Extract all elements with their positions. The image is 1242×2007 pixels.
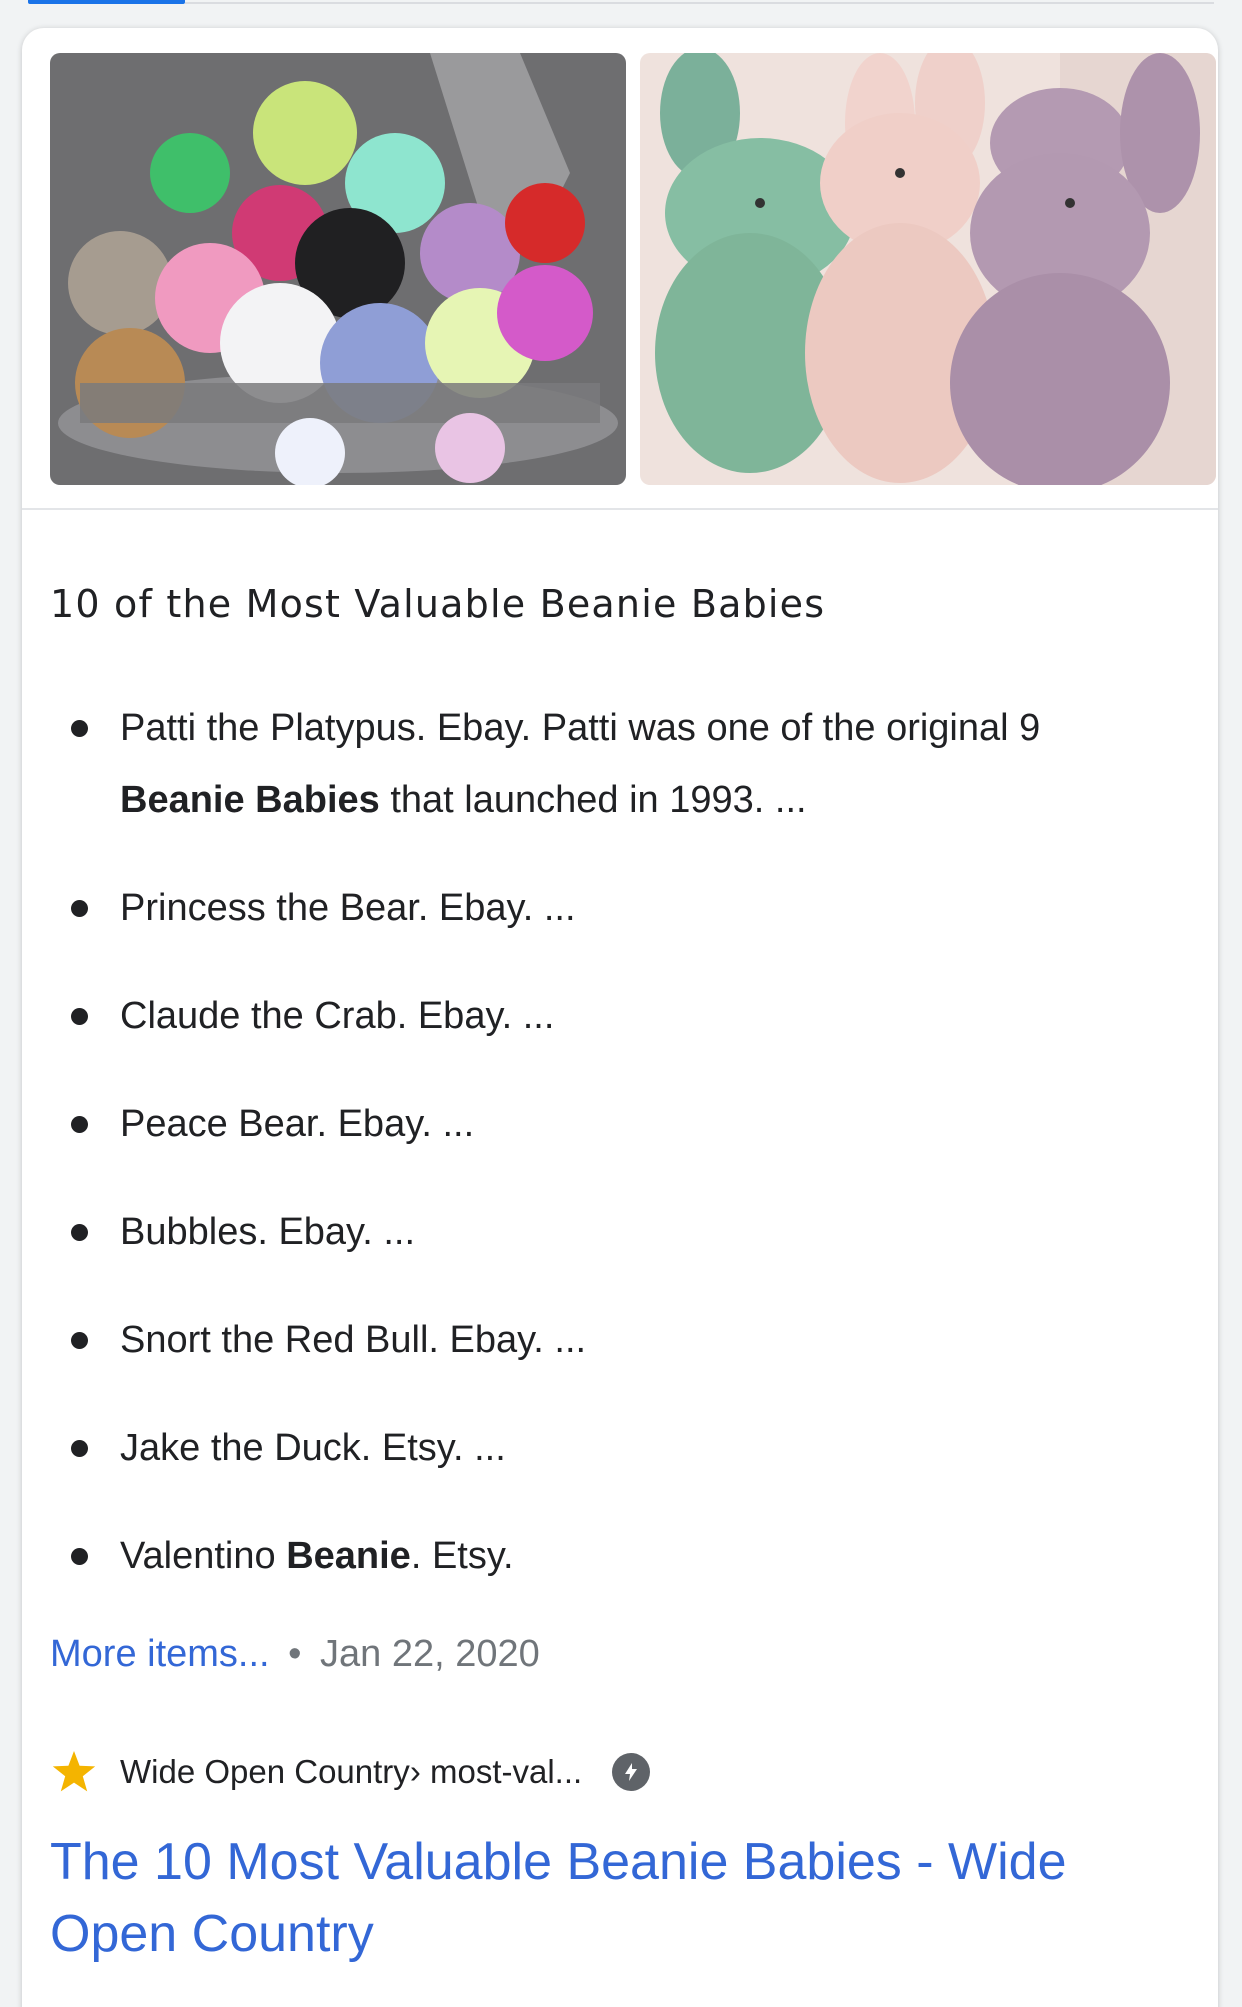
- result-source[interactable]: Wide Open Country › most-val...: [50, 1748, 651, 1796]
- result-title-link[interactable]: The 10 Most Valuable Beanie Babies - Wid…: [50, 1826, 1170, 1970]
- bullet-icon: [71, 1332, 88, 1349]
- list-item: Jake the Duck. Etsy. ...: [50, 1412, 1160, 1484]
- list-item: Snort the Red Bull. Ebay. ...: [50, 1304, 1160, 1376]
- star-icon: [52, 1751, 96, 1792]
- bullet-icon: [71, 720, 88, 737]
- bullet-icon: [71, 1008, 88, 1025]
- image-beanie-bears-pile[interactable]: [50, 53, 626, 485]
- bullet-icon: [71, 1440, 88, 1457]
- bullet-icon: [71, 1116, 88, 1133]
- list-item: Patti the Platypus. Ebay. Patti was one …: [50, 692, 1160, 836]
- snippet-list: Patti the Platypus. Ebay. Patti was one …: [50, 692, 1160, 1628]
- active-tab-indicator: [28, 0, 185, 4]
- list-item: Valentino Beanie. Etsy.: [50, 1520, 1160, 1592]
- list-item: Peace Bear. Ebay. ...: [50, 1088, 1160, 1160]
- bullet-icon: [71, 900, 88, 917]
- bullet-icon: [71, 1224, 88, 1241]
- snippet-heading: 10 of the Most Valuable Beanie Babies: [50, 582, 826, 626]
- image-carousel[interactable]: [22, 28, 1218, 510]
- tab-divider: [185, 2, 1214, 4]
- bullet-icon: [71, 1548, 88, 1565]
- list-item: Bubbles. Ebay. ...: [50, 1196, 1160, 1268]
- list-item: Claude the Crab. Ebay. ...: [50, 980, 1160, 1052]
- amp-lightning-icon: [612, 1753, 651, 1791]
- image-beanie-bunnies[interactable]: [640, 53, 1216, 485]
- snippet-meta: More items... • Jan 22, 2020: [50, 1628, 540, 1680]
- source-breadcrumb: › most-val...: [409, 1753, 583, 1790]
- more-items-link[interactable]: More items...: [50, 1633, 270, 1675]
- meta-separator: •: [288, 1633, 302, 1675]
- list-item: Princess the Bear. Ebay. ...: [50, 872, 1160, 944]
- snippet-date: Jan 22, 2020: [320, 1633, 540, 1675]
- source-site-name: Wide Open Country: [120, 1753, 410, 1790]
